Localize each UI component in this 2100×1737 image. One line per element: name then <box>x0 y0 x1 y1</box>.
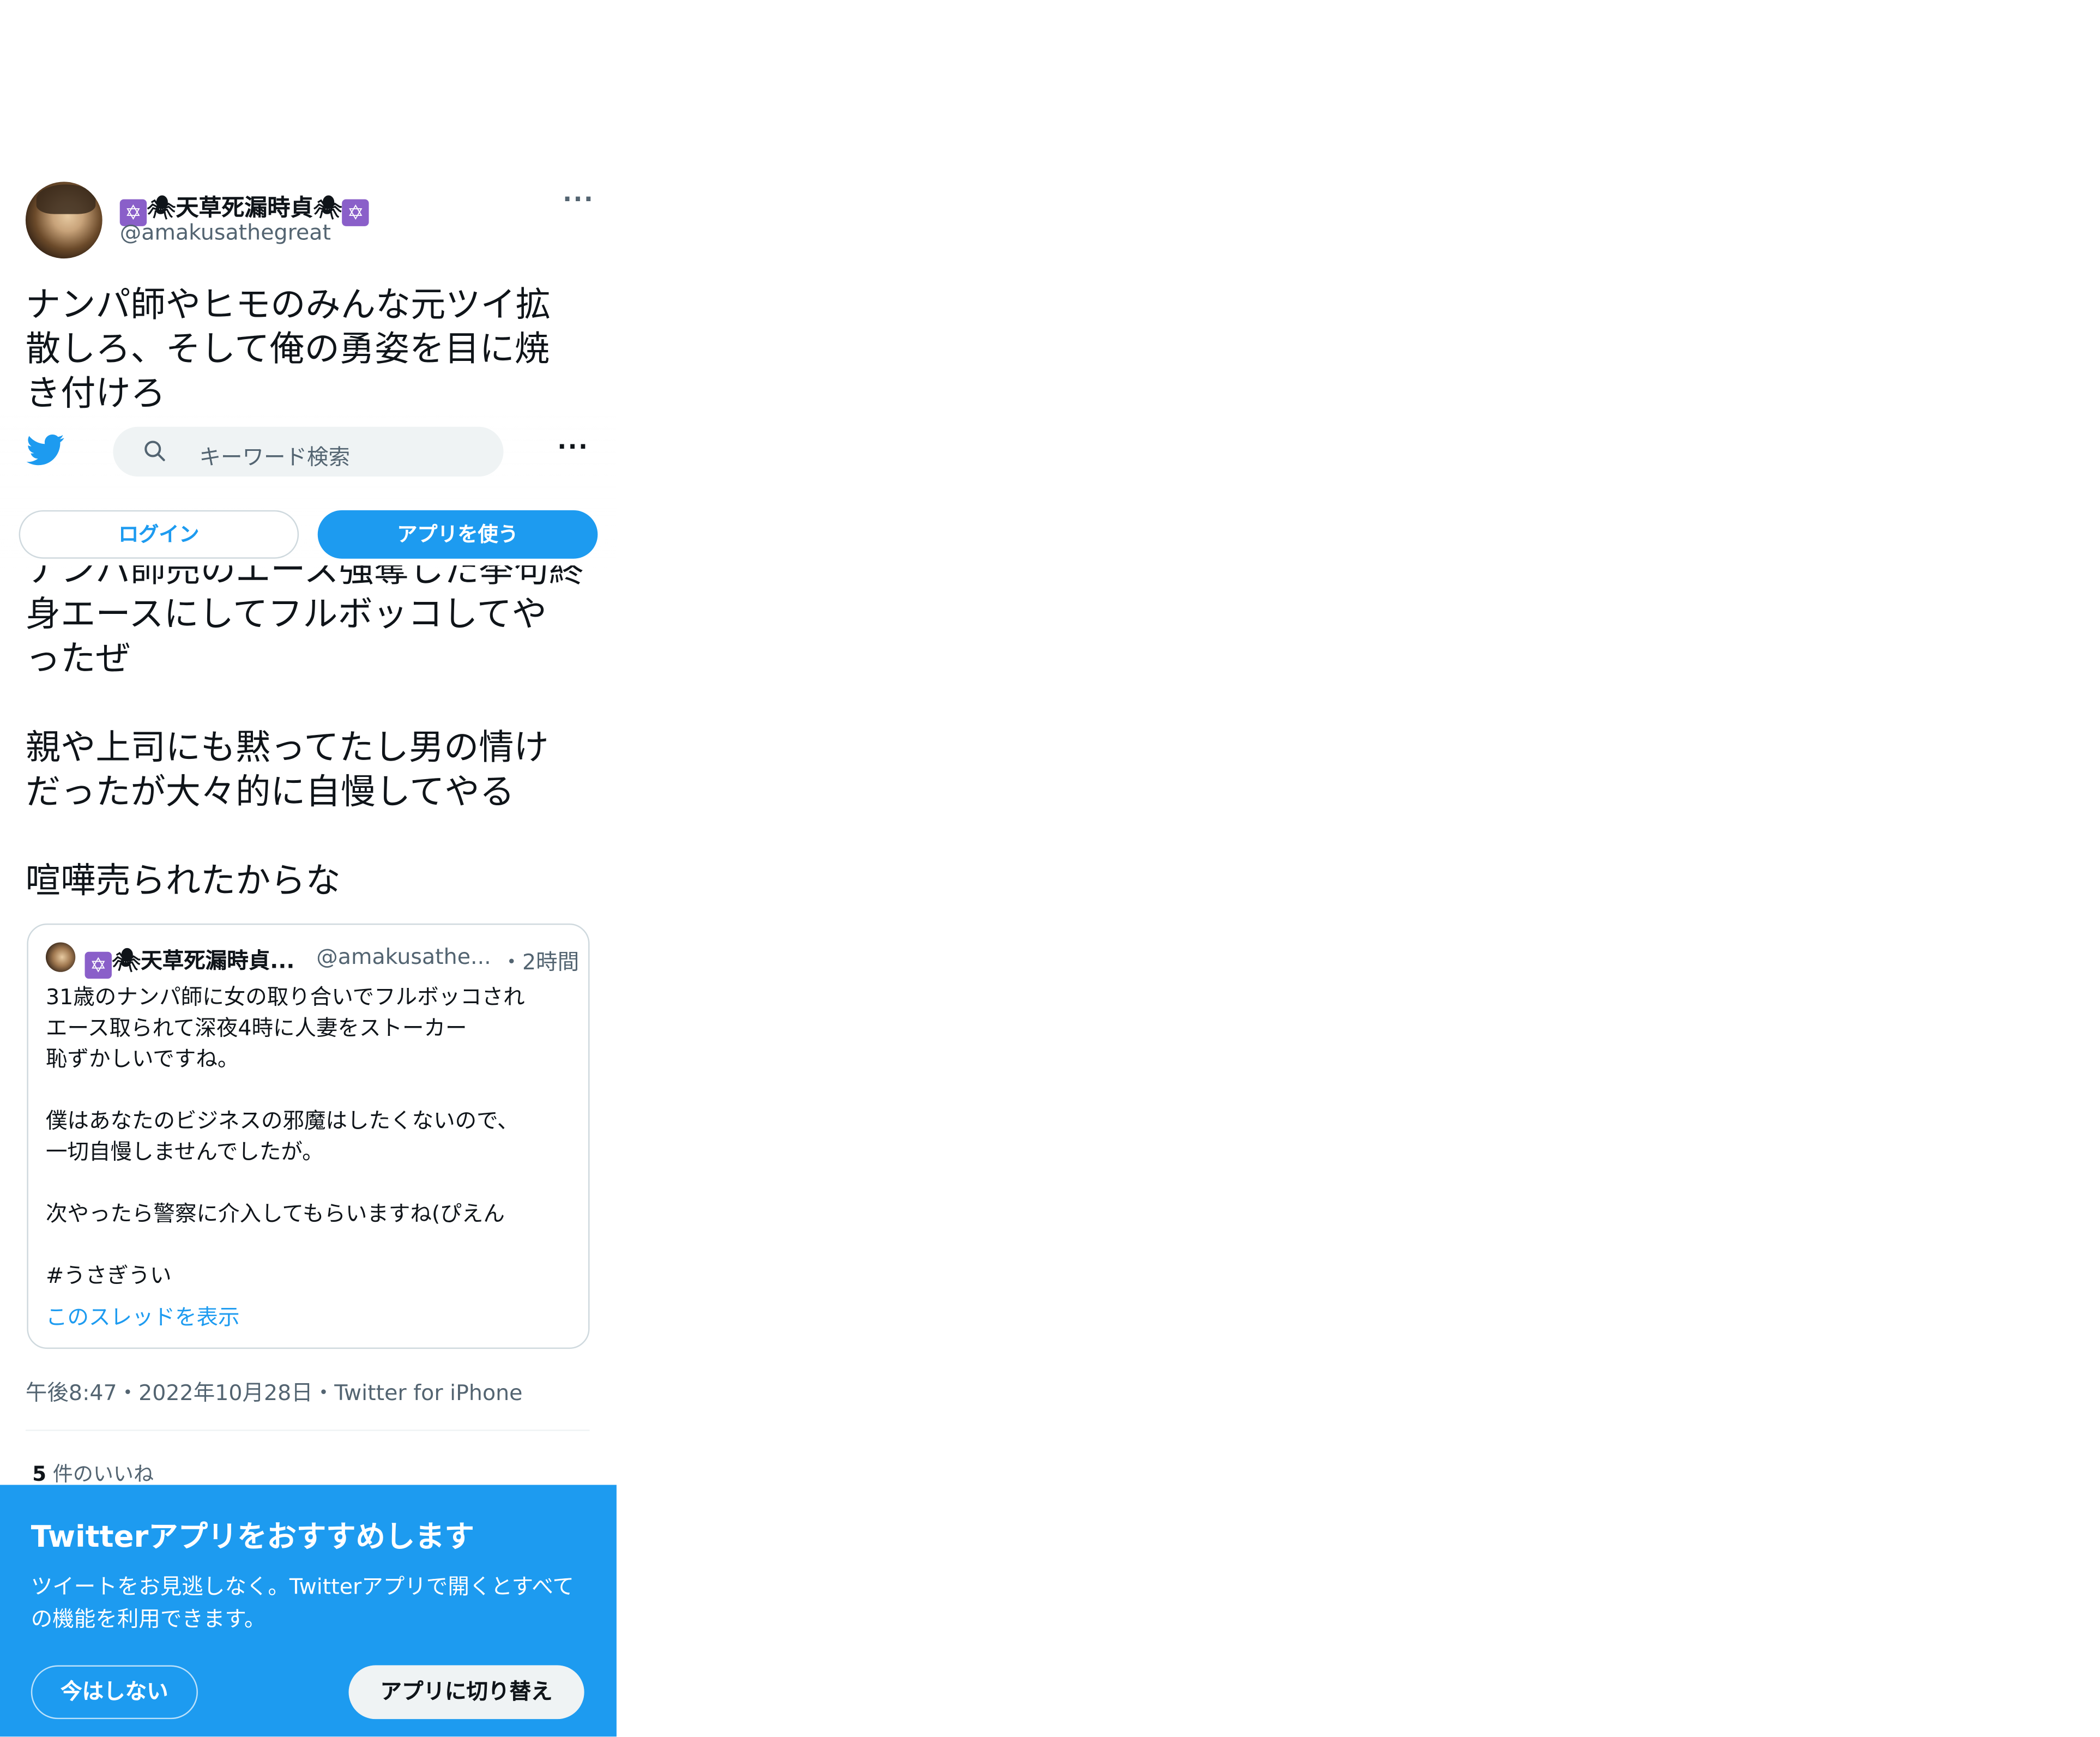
star-of-david-icon: ✡ <box>342 199 370 226</box>
author-avatar[interactable] <box>25 182 102 259</box>
quoted-time: ・2時間 <box>500 949 580 975</box>
divider <box>25 1430 590 1431</box>
page: ✡ 🕷天草死漏時貞🕷 ✡ @amakusathegreat ··· ナンパ師やヒモの… <box>0 0 2100 1737</box>
more-icon[interactable]: ··· <box>557 433 589 462</box>
not-now-button[interactable]: 今はしない <box>31 1665 198 1720</box>
spider-icon: 🕷 <box>111 948 141 975</box>
banner-description: ツイートをお見逃しなく。Twitterアプリで開くとすべての機能を利用できます。 <box>31 1573 574 1632</box>
likes-label: 件のいいね <box>46 1462 154 1486</box>
search-input[interactable]: キーワード検索 <box>113 426 504 477</box>
quoted-tweet[interactable]: ✡ 🕷天草死漏時貞... @amakusathe... ・2時間 31歳のナンパ師… <box>27 923 590 1349</box>
switch-to-app-button[interactable]: アプリに切り替え <box>348 1665 584 1720</box>
login-button[interactable]: ログイン <box>19 510 299 559</box>
twitter-bird-icon[interactable] <box>26 431 66 468</box>
author-handle[interactable]: @amakusathegreat <box>120 219 331 245</box>
search-icon <box>144 441 165 461</box>
likes-number: 5 <box>32 1462 47 1486</box>
tweet-text-bottom: 身エースにしてフルボッコしてや ったぜ 親や上司にも黙ってたし男の情け だったが… <box>25 595 549 902</box>
quoted-handle: @amakusathe... <box>316 943 491 969</box>
tweet-timestamp[interactable]: 午後8:47・2022年10月28日・Twitter for iPhone <box>26 1374 523 1407</box>
author-name-text: 天草死漏時貞 <box>176 195 313 222</box>
tweet-text-top: ナンパ師やヒモのみんな元ツイ拡 散しろ、そして俺の勇姿を目に焼 き付けろ <box>25 285 551 415</box>
quoted-avatar <box>45 942 76 972</box>
quoted-name-text: 天草死漏時貞... <box>141 948 295 974</box>
use-app-button[interactable]: アプリを使う <box>317 510 598 559</box>
quoted-display-name: ✡ 🕷天草死漏時貞... <box>85 942 295 979</box>
star-of-david-icon: ✡ <box>85 951 112 979</box>
likes-count[interactable]: 5 件のいいね <box>32 1459 154 1488</box>
show-thread-link[interactable]: このスレッドを表示 <box>46 1299 240 1331</box>
banner-title: Twitterアプリをおすすめします <box>31 1521 474 1555</box>
spider-icon: 🕷 <box>147 195 176 222</box>
app-promo-banner: Twitterアプリをおすすめします ツイートをお見逃しなく。Twitterアプ… <box>0 1485 617 1737</box>
tweet-more-icon[interactable]: ··· <box>563 186 594 214</box>
spider-icon: 🕷 <box>313 195 342 222</box>
quoted-text: 31歳のナンパ師に女の取り合いでフルボッコされ エース取られて深夜4時に人妻をス… <box>45 984 525 1289</box>
search-placeholder: キーワード検索 <box>199 444 351 470</box>
stage: ✡ 🕷天草死漏時貞🕷 ✡ @amakusathegreat ··· ナンパ師やヒモの… <box>0 0 2100 1737</box>
